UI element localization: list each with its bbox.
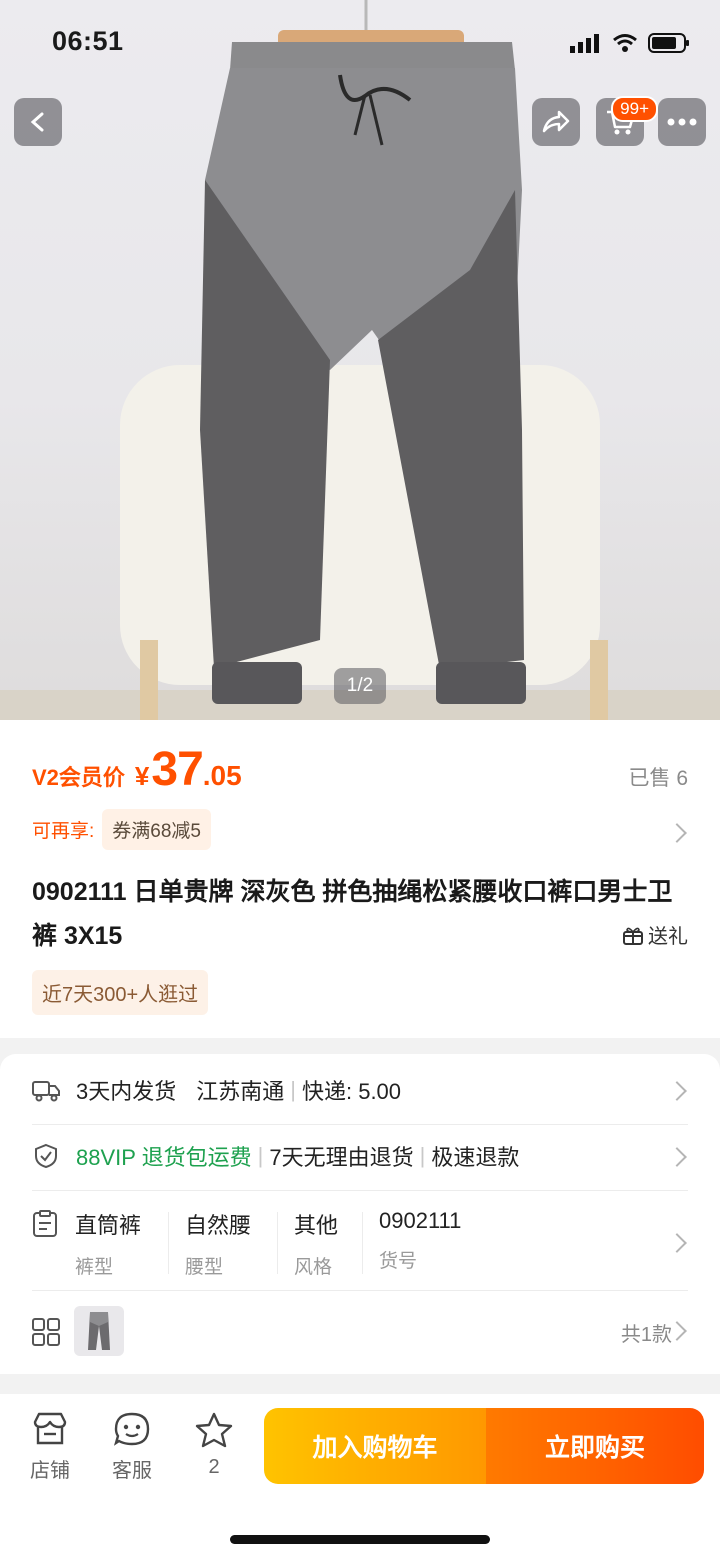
shop-button[interactable]: 店铺 xyxy=(20,1412,80,1483)
grid-icon xyxy=(32,1318,60,1346)
currency-symbol: ¥ xyxy=(134,761,150,791)
chat-face-icon xyxy=(114,1412,150,1446)
cart-badge: 99+ xyxy=(611,96,658,122)
vip-return: 88VIP 退货包运费 xyxy=(76,1145,252,1170)
browse-count-tag: 近7天300+人逛过 xyxy=(32,970,209,1015)
coupon-tag[interactable]: 券满68减5 xyxy=(102,809,211,850)
buy-now-button[interactable]: 立即购买 xyxy=(486,1408,704,1484)
home-indicator xyxy=(230,1535,490,1544)
divider xyxy=(32,1124,688,1125)
add-to-cart-button[interactable]: 加入购物车 xyxy=(264,1408,486,1484)
share-button[interactable] xyxy=(532,98,580,146)
chevron-left-icon xyxy=(30,112,44,132)
attribute-item: 自然腰 腰型 xyxy=(185,1213,252,1278)
shield-icon xyxy=(35,1143,57,1169)
back-button[interactable] xyxy=(14,98,62,146)
cart-button[interactable]: 99+ xyxy=(596,96,658,146)
divider xyxy=(32,1190,688,1191)
price-integer: 37 xyxy=(151,743,203,796)
promo-row[interactable]: 可再享: 券满68减5 xyxy=(32,809,211,850)
image-pager: 1/2 xyxy=(334,668,386,704)
attribute-item: 其他 风格 xyxy=(294,1213,339,1278)
fast-refund: 极速退款 xyxy=(431,1145,520,1170)
wifi-icon xyxy=(613,34,637,52)
price-decimal: .05 xyxy=(202,760,242,791)
ship-fee: 快递: 5.00 xyxy=(301,1079,402,1104)
price-label: V2会员价 xyxy=(32,765,125,790)
favorite-button[interactable]: 2 xyxy=(184,1412,244,1479)
price-row: V2会员价 ¥ 37 .05 xyxy=(32,742,242,797)
variant-thumbnail[interactable] xyxy=(74,1306,124,1356)
more-icon xyxy=(667,118,697,126)
ship-time: 3天内发货 xyxy=(76,1079,177,1104)
battery-icon xyxy=(648,33,689,53)
star-icon xyxy=(195,1412,233,1448)
variant-count: 共1款 xyxy=(620,1324,672,1346)
clipboard-icon xyxy=(33,1210,57,1237)
shop-label: 店铺 xyxy=(30,1460,70,1482)
service-row[interactable]: 88VIP 退货包运费 | 7天无理由退货 | 极速退款 xyxy=(32,1140,688,1172)
gift-label: 送礼 xyxy=(648,926,688,948)
attribute-item: 0902111 货号 xyxy=(379,1208,462,1272)
store-icon xyxy=(33,1412,67,1445)
signal-icon xyxy=(570,34,599,53)
status-bar: 06:51 xyxy=(0,0,720,86)
divider xyxy=(32,1290,688,1291)
product-title: 0902111 日单贵牌 深灰色 拼色抽绳松紧腰收口裤口男士卫裤 3X15 xyxy=(32,878,673,950)
ship-origin: 江苏南通 xyxy=(196,1079,285,1104)
attribute-item: 直筒裤 裤型 xyxy=(75,1213,142,1278)
shipping-row[interactable]: 3天内发货 江苏南通 | 快递: 5.00 xyxy=(32,1074,688,1106)
share-icon xyxy=(542,110,570,133)
favorite-count: 2 xyxy=(208,1456,220,1478)
more-button[interactable] xyxy=(658,98,706,146)
clock: 06:51 xyxy=(52,26,124,56)
gift-icon xyxy=(623,927,643,945)
service-label: 客服 xyxy=(112,1460,152,1482)
promo-label: 可再享: xyxy=(32,821,95,842)
customer-service-button[interactable]: 客服 xyxy=(102,1412,162,1483)
seven-day-return: 7天无理由退货 xyxy=(269,1145,414,1170)
sold-count: 已售 6 xyxy=(628,767,688,790)
gift-button[interactable]: 送礼 xyxy=(622,920,688,949)
truck-icon xyxy=(32,1081,60,1102)
